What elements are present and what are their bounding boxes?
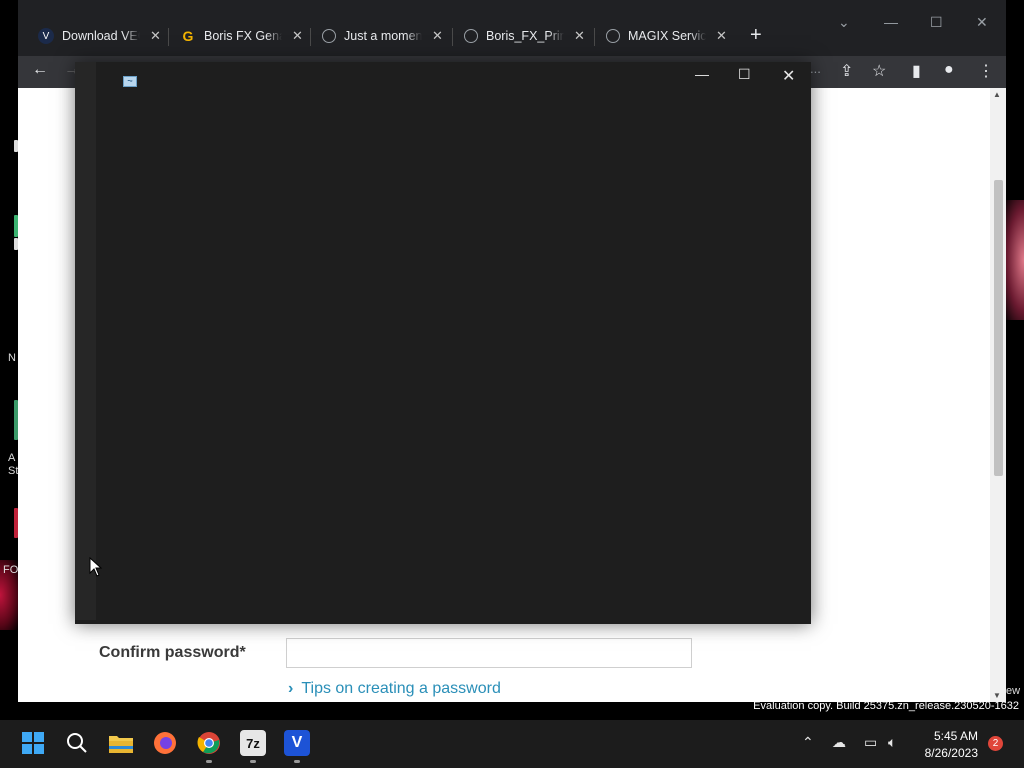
vegas-icon[interactable]: V: [284, 730, 310, 756]
password-tips-link[interactable]: › Tips on creating a password: [288, 680, 501, 698]
globe-icon: [322, 29, 336, 43]
side-panel-icon[interactable]: ▮: [912, 61, 921, 81]
tab-separator: [168, 28, 169, 46]
popup-close-icon[interactable]: ✕: [782, 66, 795, 86]
chevron-right-icon: ›: [288, 680, 294, 697]
globe-icon: [606, 29, 620, 43]
tab-title: Boris_FX_Primo: [486, 29, 564, 43]
tab-close-icon[interactable]: ✕: [574, 28, 585, 44]
popup-maximize-icon[interactable]: ☐: [738, 66, 751, 83]
tab-title: MAGIX Service: [628, 29, 706, 43]
tips-link-text: Tips on creating a password: [301, 680, 501, 697]
confirm-password-field[interactable]: [286, 638, 692, 668]
tab-strip: V Download VEG ✕ G Boris FX Genar ✕ Just…: [18, 0, 1006, 56]
tab-download-veg[interactable]: V Download VEG ✕: [38, 20, 161, 52]
tab-search-chevron-icon[interactable]: ⌄: [838, 14, 850, 31]
tab-separator: [594, 28, 595, 46]
7zip-icon[interactable]: 7z: [240, 730, 266, 756]
network-icon[interactable]: ▭: [864, 734, 877, 751]
firefox-icon[interactable]: [152, 730, 178, 756]
minimize-icon[interactable]: —: [884, 14, 898, 30]
back-arrow-icon[interactable]: ←: [32, 61, 48, 79]
clock-date: 8/26/2023: [924, 746, 978, 760]
share-icon[interactable]: ⇪: [840, 61, 853, 81]
desktop-wallpaper-glow-right: [1004, 200, 1024, 320]
evaluation-watermark: Evaluation copy. Build 25375.zn_release.…: [753, 700, 1019, 712]
profile-icon[interactable]: ●: [944, 61, 954, 79]
google-favicon-icon: G: [182, 28, 194, 44]
tab-boris-fx-genarts[interactable]: G Boris FX Genar ✕: [180, 20, 303, 52]
show-hidden-icons-chevron-icon[interactable]: ⌃: [802, 734, 814, 751]
search-icon[interactable]: [64, 730, 90, 756]
tab-separator: [310, 28, 311, 46]
system-clock[interactable]: 5:45 AM 8/26/2023: [918, 728, 978, 762]
scroll-down-arrow-icon[interactable]: ▼: [993, 691, 1001, 700]
desktop-label-fragment: N: [8, 352, 16, 364]
page-scrollbar[interactable]: ▲ ▼: [990, 88, 1006, 702]
tab-close-icon[interactable]: ✕: [716, 28, 727, 44]
tab-title: Download VEG: [62, 29, 140, 43]
popup-minimize-icon[interactable]: —: [695, 66, 709, 82]
scroll-up-arrow-icon[interactable]: ▲: [993, 90, 1001, 99]
confirm-password-label: Confirm password*: [99, 644, 246, 661]
vegas-running-indicator: [294, 760, 300, 763]
chrome-running-indicator: [206, 760, 212, 763]
tab-close-icon[interactable]: ✕: [150, 28, 161, 44]
tab-close-icon[interactable]: ✕: [292, 28, 303, 44]
app-window-icon: ⏦: [123, 76, 137, 87]
tab-title: Just a moment: [344, 29, 422, 43]
start-windows-icon[interactable]: [20, 730, 46, 756]
tab-title: Boris FX Genar: [204, 29, 282, 43]
bookmark-star-icon[interactable]: ☆: [872, 61, 886, 81]
menu-kebab-icon[interactable]: ⋮: [978, 61, 994, 81]
maximize-icon[interactable]: ☐: [930, 14, 943, 31]
7zip-running-indicator: [250, 760, 256, 763]
onedrive-icon[interactable]: ☁: [832, 734, 846, 751]
file-explorer-icon[interactable]: [108, 730, 134, 756]
vegas-favicon-icon: V: [38, 28, 54, 44]
notification-badge[interactable]: 2: [988, 736, 1003, 751]
desktop-label-fragment: FO: [3, 564, 19, 576]
clock-time: 5:45 AM: [933, 729, 978, 743]
tab-boris-fx-primo[interactable]: Boris_FX_Primo ✕: [464, 20, 585, 52]
desktop-label-fragment: A: [8, 452, 16, 464]
new-tab-plus-icon[interactable]: +: [750, 24, 762, 47]
taskbar: 7z V ⌃ ☁ ▭ 🔈︎ 5:45 AM 8/26/2023 2: [0, 720, 1024, 768]
globe-icon: [464, 29, 478, 43]
tab-magix-service[interactable]: MAGIX Service ✕: [606, 20, 727, 52]
close-window-icon[interactable]: ✕: [976, 14, 988, 31]
desktop-label-fragment: St: [8, 465, 19, 477]
volume-icon[interactable]: 🔈︎: [888, 734, 896, 751]
chrome-icon[interactable]: [196, 730, 222, 756]
watermark-fragment: ew: [1006, 685, 1021, 697]
blank-app-window[interactable]: ⏦ — ☐ ✕: [75, 62, 811, 624]
tab-just-a-moment[interactable]: Just a moment ✕: [322, 20, 443, 52]
tab-separator: [452, 28, 453, 46]
window-left-edge: [75, 62, 96, 620]
mouse-cursor-icon: [89, 557, 103, 577]
scrollbar-thumb[interactable]: [994, 180, 1003, 476]
tab-close-icon[interactable]: ✕: [432, 28, 443, 44]
omnibox-fragment[interactable]: ...: [810, 61, 821, 76]
